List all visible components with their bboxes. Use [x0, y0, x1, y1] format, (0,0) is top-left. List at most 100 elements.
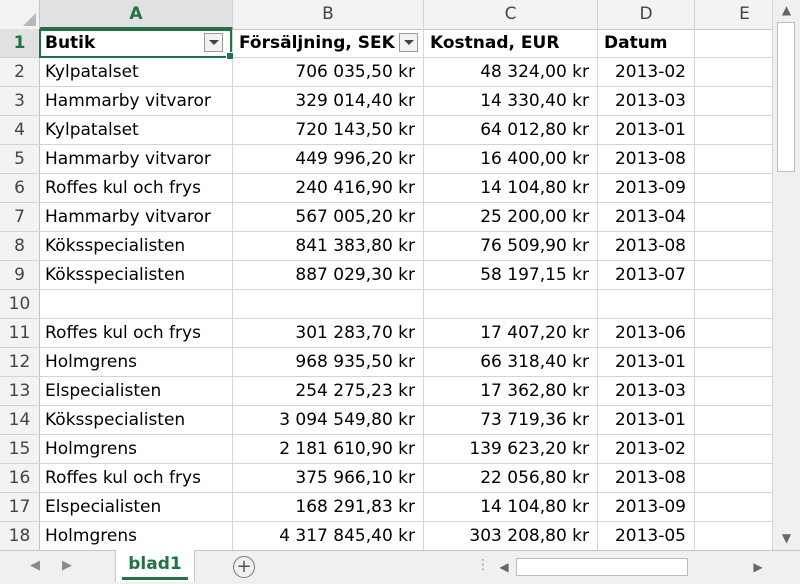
- cell-butik[interactable]: Köksspecialisten: [39, 232, 233, 261]
- row-header[interactable]: 10: [0, 290, 40, 319]
- empty-cell-e[interactable]: [695, 435, 772, 464]
- filter-dropdown-icon[interactable]: [399, 33, 418, 52]
- cell-kostnad[interactable]: 14 104,80 kr: [424, 493, 598, 522]
- cell-butik[interactable]: [39, 290, 233, 319]
- cell-butik[interactable]: Hammarby vitvaror: [39, 87, 233, 116]
- cell-datum[interactable]: 2013-07: [598, 261, 695, 290]
- empty-cell-e[interactable]: [695, 493, 772, 522]
- scroll-down-icon[interactable]: ▼: [773, 528, 800, 548]
- cell-kostnad[interactable]: 14 104,80 kr: [424, 174, 598, 203]
- empty-cell-e[interactable]: [695, 174, 772, 203]
- cell-butik[interactable]: Roffes kul och frys: [39, 174, 233, 203]
- cell-forsaljning[interactable]: [233, 290, 424, 319]
- cell-butik[interactable]: Köksspecialisten: [39, 406, 233, 435]
- cell-datum[interactable]: 2013-03: [598, 87, 695, 116]
- cell-datum[interactable]: 2013-04: [598, 203, 695, 232]
- row-header[interactable]: 17: [0, 493, 40, 522]
- cell-forsaljning[interactable]: 329 014,40 kr: [233, 87, 424, 116]
- empty-cell-e[interactable]: [695, 58, 772, 87]
- cell-butik[interactable]: Hammarby vitvaror: [39, 145, 233, 174]
- cell-forsaljning[interactable]: 720 143,50 kr: [233, 116, 424, 145]
- empty-cell-e[interactable]: [695, 348, 772, 377]
- cell-datum[interactable]: 2013-01: [598, 116, 695, 145]
- vertical-scrollbar[interactable]: ▲ ▼: [772, 0, 800, 550]
- cell-kostnad[interactable]: 17 362,80 kr: [424, 377, 598, 406]
- row-header[interactable]: 11: [0, 319, 40, 348]
- column-header-c[interactable]: C: [424, 0, 598, 29]
- row-header[interactable]: 18: [0, 522, 40, 550]
- cell-butik[interactable]: Roffes kul och frys: [39, 319, 233, 348]
- scroll-left-icon[interactable]: ◀: [494, 557, 514, 577]
- empty-cell-e[interactable]: [695, 203, 772, 232]
- header-cell-kostnad[interactable]: Kostnad, EUR: [424, 29, 598, 58]
- cell-forsaljning[interactable]: 567 005,20 kr: [233, 203, 424, 232]
- cell-datum[interactable]: 2013-09: [598, 174, 695, 203]
- empty-cell-e[interactable]: [695, 261, 772, 290]
- row-header[interactable]: 3: [0, 87, 40, 116]
- cell-datum[interactable]: 2013-02: [598, 58, 695, 87]
- cell-butik[interactable]: Holmgrens: [39, 348, 233, 377]
- row-header[interactable]: 4: [0, 116, 40, 145]
- column-header-a[interactable]: A: [40, 0, 233, 29]
- row-header[interactable]: 6: [0, 174, 40, 203]
- cell-forsaljning[interactable]: 968 935,50 kr: [233, 348, 424, 377]
- plus-circle-icon[interactable]: +: [233, 556, 255, 578]
- scroll-right-icon[interactable]: ▶: [748, 557, 768, 577]
- row-header[interactable]: 16: [0, 464, 40, 493]
- cell-datum[interactable]: 2013-02: [598, 435, 695, 464]
- empty-cell-e[interactable]: [695, 464, 772, 493]
- sheet-nav-next-icon[interactable]: ▶: [62, 558, 72, 573]
- cell-butik[interactable]: Kylpatalset: [39, 116, 233, 145]
- column-header-e[interactable]: E: [695, 0, 772, 29]
- vertical-scroll-thumb[interactable]: [777, 22, 795, 172]
- cell-kostnad[interactable]: 76 509,90 kr: [424, 232, 598, 261]
- cell-butik[interactable]: Elspecialisten: [39, 493, 233, 522]
- cell-forsaljning[interactable]: 3 094 549,80 kr: [233, 406, 424, 435]
- header-cell-forsaljning[interactable]: Försäljning, SEK: [233, 29, 424, 58]
- cell-forsaljning[interactable]: 706 035,50 kr: [233, 58, 424, 87]
- row-header[interactable]: 2: [0, 58, 40, 87]
- empty-cell-e[interactable]: [695, 290, 772, 319]
- scroll-up-icon[interactable]: ▲: [773, 0, 800, 20]
- row-header[interactable]: 13: [0, 377, 40, 406]
- cell-datum[interactable]: 2013-06: [598, 319, 695, 348]
- cell-kostnad[interactable]: 25 200,00 kr: [424, 203, 598, 232]
- empty-cell-e[interactable]: [695, 116, 772, 145]
- cell-kostnad[interactable]: 16 400,00 kr: [424, 145, 598, 174]
- row-header[interactable]: 5: [0, 145, 40, 174]
- cell-forsaljning[interactable]: 841 383,80 kr: [233, 232, 424, 261]
- cell-forsaljning[interactable]: 4 317 845,40 kr: [233, 522, 424, 550]
- select-all-corner[interactable]: [0, 0, 40, 29]
- cell-kostnad[interactable]: 139 623,20 kr: [424, 435, 598, 464]
- row-header[interactable]: 9: [0, 261, 40, 290]
- sheet-tab-blad1[interactable]: blad1: [115, 550, 195, 582]
- row-header[interactable]: 12: [0, 348, 40, 377]
- cell-butik[interactable]: Kylpatalset: [39, 58, 233, 87]
- cell-forsaljning[interactable]: 240 416,90 kr: [233, 174, 424, 203]
- cell-datum[interactable]: 2013-08: [598, 464, 695, 493]
- empty-cell-e[interactable]: [695, 29, 772, 58]
- cell-datum[interactable]: 2013-08: [598, 232, 695, 261]
- cell-butik[interactable]: Holmgrens: [39, 435, 233, 464]
- cell-kostnad[interactable]: 58 197,15 kr: [424, 261, 598, 290]
- cell-kostnad[interactable]: 66 318,40 kr: [424, 348, 598, 377]
- cell-kostnad[interactable]: 73 719,36 kr: [424, 406, 598, 435]
- filter-dropdown-icon[interactable]: [204, 33, 223, 52]
- row-header[interactable]: 1: [0, 29, 40, 58]
- cell-kostnad[interactable]: 303 208,80 kr: [424, 522, 598, 550]
- cell-butik[interactable]: Holmgrens: [39, 522, 233, 550]
- header-cell-datum[interactable]: Datum: [598, 29, 695, 58]
- cell-kostnad[interactable]: 64 012,80 kr: [424, 116, 598, 145]
- sheet-nav-prev-icon[interactable]: ◀: [30, 558, 40, 573]
- cell-datum[interactable]: 2013-03: [598, 377, 695, 406]
- row-header[interactable]: 15: [0, 435, 40, 464]
- row-header[interactable]: 8: [0, 232, 40, 261]
- cell-butik[interactable]: Elspecialisten: [39, 377, 233, 406]
- cell-datum[interactable]: 2013-05: [598, 522, 695, 550]
- cell-forsaljning[interactable]: 2 181 610,90 kr: [233, 435, 424, 464]
- cell-forsaljning[interactable]: 254 275,23 kr: [233, 377, 424, 406]
- cell-forsaljning[interactable]: 375 966,10 kr: [233, 464, 424, 493]
- header-cell-butik[interactable]: Butik: [39, 29, 233, 58]
- cell-butik[interactable]: Köksspecialisten: [39, 261, 233, 290]
- cell-kostnad[interactable]: 17 407,20 kr: [424, 319, 598, 348]
